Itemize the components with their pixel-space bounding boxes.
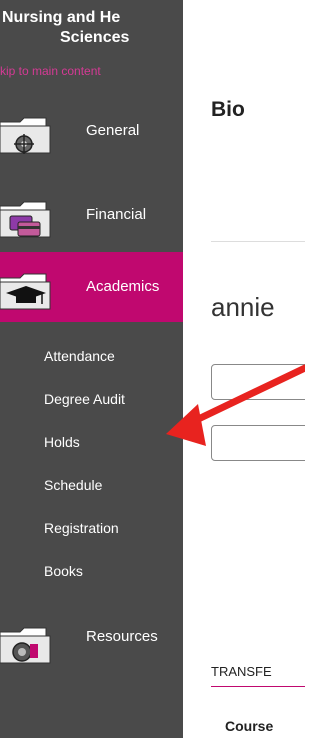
course-column-header: Course bbox=[225, 718, 274, 734]
sidebar-item-label: Resources bbox=[86, 628, 158, 645]
sub-item-books[interactable]: Books bbox=[44, 563, 83, 579]
sidebar-item-resources[interactable]: Resources bbox=[0, 606, 183, 676]
gear-folder-icon bbox=[0, 117, 51, 154]
sidebar: Nursing and He Sciences kip to main cont… bbox=[0, 0, 183, 738]
top-bar bbox=[183, 0, 305, 58]
sidebar-item-label: Academics bbox=[86, 278, 160, 295]
student-name: annie bbox=[211, 292, 275, 322]
info-field-2[interactable] bbox=[211, 425, 305, 461]
sub-item-degree-audit[interactable]: Degree Audit bbox=[44, 391, 125, 407]
sidebar-item-label: Financial bbox=[86, 206, 147, 223]
divider bbox=[211, 241, 305, 242]
sidebar-item-label: General bbox=[86, 122, 140, 139]
transfer-section-label: TRANSFE bbox=[211, 664, 272, 679]
transfer-section-underline bbox=[211, 686, 305, 687]
site-title-line2: Sciences bbox=[60, 29, 130, 46]
graduation-cap-folder-icon bbox=[0, 273, 51, 310]
sub-item-schedule[interactable]: Schedule bbox=[44, 477, 102, 493]
sidebar-item-general[interactable]: General bbox=[0, 96, 183, 166]
resources-folder-icon bbox=[0, 627, 51, 664]
page: Nursing and He Sciences kip to main cont… bbox=[0, 0, 305, 738]
sidebar-item-financial[interactable]: Financial bbox=[0, 180, 183, 250]
site-title-line1: Nursing and He bbox=[2, 9, 121, 26]
sidebar-item-academics[interactable]: Academics bbox=[0, 252, 183, 322]
main-content: Bio annie TRANSFE Course bbox=[183, 0, 305, 738]
sub-item-attendance[interactable]: Attendance bbox=[44, 348, 115, 364]
page-title: Bio bbox=[211, 98, 245, 121]
sidebar-header: Nursing and He Sciences kip to main cont… bbox=[0, 0, 183, 82]
site-title[interactable]: Nursing and He Sciences bbox=[0, 8, 183, 48]
info-field-1[interactable] bbox=[211, 364, 305, 400]
credit-card-folder-icon bbox=[0, 201, 51, 238]
skip-to-main-link[interactable]: kip to main content bbox=[0, 64, 101, 78]
sub-item-registration[interactable]: Registration bbox=[44, 520, 119, 536]
sub-item-holds[interactable]: Holds bbox=[44, 434, 80, 450]
